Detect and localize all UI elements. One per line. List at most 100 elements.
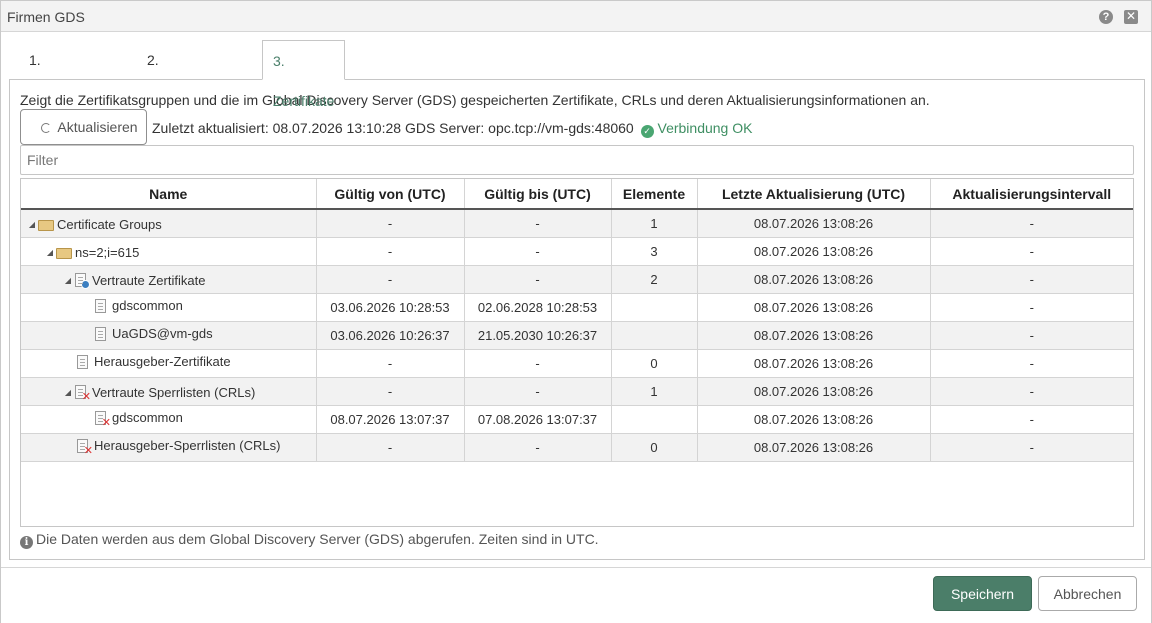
cell-valid-to: 02.06.2028 10:28:53 [464,293,612,322]
cell-interval: - [930,433,1133,462]
save-button[interactable]: Speichern [933,576,1032,611]
info-icon: i [20,536,33,549]
row-name: ns=2;i=615 [75,244,140,260]
cell-valid-to: - [464,209,612,238]
row-name: Certificate Groups [57,216,162,232]
cell-last-update: 08.07.2026 13:08:26 [697,265,931,294]
column-header-name[interactable]: Name [21,179,317,210]
row-name: gdscommon [112,410,183,426]
refresh-label: Aktualisieren [57,119,138,135]
cell-last-update: 08.07.2026 13:08:26 [697,293,931,322]
refresh-button[interactable]: Aktualisieren [20,109,147,145]
cell-valid-to: - [464,377,612,406]
cell-last-update: 08.07.2026 13:08:26 [697,237,931,266]
cell-valid-from: 03.06.2026 10:28:53 [316,293,465,322]
certificates-panel: Zeigt die Zertifikatsgruppen und die im … [9,79,1145,560]
close-icon[interactable]: ✕ [1124,10,1138,24]
certificate-grid: Name Gültig von (UTC) Gültig bis (UTC) E… [20,178,1134,527]
table-row[interactable]: ◢ ✕ Vertraute Sperrlisten (CRLs) - - 1 08.… [21,377,1133,406]
revocation-list-icon: ✕ [75,385,91,403]
cell-last-update: 08.07.2026 13:08:26 [697,209,931,238]
connection-status: Verbindung OK [657,120,753,136]
cell-interval: - [930,209,1133,238]
cell-interval: - [930,293,1133,322]
table-row[interactable]: ◢ Vertraute Zertifikate - - 2 08.07.2026 … [21,265,1133,294]
row-name: Vertraute Zertifikate [92,272,206,288]
cell-last-update: 08.07.2026 13:08:26 [697,349,931,378]
expand-caret-icon[interactable]: ◢ [63,276,73,285]
cell-elements: 0 [611,433,698,462]
cell-last-update: 08.07.2026 13:08:26 [697,433,931,462]
info-note: i Die Daten werden aus dem Global Discove… [20,531,599,549]
cell-elements: 1 [611,209,698,238]
cell-interval: - [930,237,1133,266]
table-row[interactable]: gdscommon 03.06.2026 10:28:53 02.06.2028… [21,293,1133,322]
cell-valid-to: 21.05.2030 10:26:37 [464,321,612,350]
row-name: UaGDS@vm-gds [112,326,213,342]
revocation-list-icon: ✕ [95,410,111,428]
status-line: Zuletzt aktualisiert: 08.07.2026 13:10:2… [152,120,752,138]
table-header-row: Name Gültig von (UTC) Gültig bis (UTC) E… [21,179,1133,210]
cell-elements [611,405,698,434]
certificate-icon [95,326,106,341]
row-name: Vertraute Sperrlisten (CRLs) [92,384,256,400]
table-row[interactable]: ✕ Herausgeber-Sperrlisten (CRLs) - - 0 08… [21,433,1133,462]
window-title: Firmen GDS [7,9,85,25]
certificate-icon [95,298,106,313]
table-row[interactable]: ✕ gdscommon 08.07.2026 13:07:37 07.08.202… [21,405,1133,434]
column-header-valid-from[interactable]: Gültig von (UTC) [316,179,465,210]
table-row[interactable]: ◢ Certificate Groups - - 1 08.07.2026 13:… [21,209,1133,238]
cell-valid-to: 07.08.2026 13:07:37 [464,405,612,434]
title-bar: Firmen GDS ? ✕ [1,1,1151,32]
cell-interval: - [930,349,1133,378]
cell-valid-from: 03.06.2026 10:26:37 [316,321,465,350]
table-row[interactable]: Herausgeber-Zertifikate - - 0 08.07.2026… [21,349,1133,378]
tab-verbindung[interactable]: 1. Verbindung [19,40,110,108]
cell-valid-from: - [316,349,465,378]
row-name: gdscommon [112,298,183,314]
table-row[interactable]: UaGDS@vm-gds 03.06.2026 10:26:37 21.05.2… [21,321,1133,350]
cell-elements [611,293,698,322]
cell-valid-to: - [464,237,612,266]
cell-valid-from: - [316,377,465,406]
cell-last-update: 08.07.2026 13:08:26 [697,321,931,350]
cell-last-update: 08.07.2026 13:08:26 [697,405,931,434]
expand-caret-icon[interactable]: ◢ [27,220,37,229]
cell-elements [611,321,698,350]
column-header-update-interval[interactable]: Aktualisierungsintervall [930,179,1133,210]
cell-interval: - [930,265,1133,294]
certificate-table: Name Gültig von (UTC) Gültig bis (UTC) E… [21,179,1133,462]
expand-caret-icon[interactable]: ◢ [45,248,55,257]
panel-description: Zeigt die Zertifikatsgruppen und die im … [20,92,930,108]
cell-elements: 1 [611,377,698,406]
table-row[interactable]: ◢ ns=2;i=615 - - 3 08.07.2026 13:08:26 - [21,237,1133,266]
gds-dialog: Firmen GDS ? ✕ 1. Verbindung 2. Registri… [0,0,1152,623]
trusted-certificate-icon [75,273,90,289]
column-header-elements[interactable]: Elemente [611,179,698,210]
tab-registrierung[interactable]: 2. Registrierung [137,40,240,108]
cell-valid-from: 08.07.2026 13:07:37 [316,405,465,434]
cell-interval: - [930,321,1133,350]
cell-valid-to: - [464,349,612,378]
dialog-footer: Speichern Abbrechen [1,567,1151,623]
info-text: Die Daten werden aus dem Global Discover… [36,531,599,547]
folder-open-icon [38,219,54,231]
expand-caret-icon[interactable]: ◢ [63,388,73,397]
help-icon[interactable]: ? [1099,10,1113,24]
cell-interval: - [930,377,1133,406]
tab-zertifikate[interactable]: 3. Zertifikate [262,40,346,109]
filter-input[interactable] [20,145,1134,175]
cell-elements: 3 [611,237,698,266]
cell-valid-from: - [316,237,465,266]
cell-elements: 2 [611,265,698,294]
cell-valid-from: - [316,209,465,238]
cell-elements: 0 [611,349,698,378]
check-circle-icon: ✓ [640,125,654,138]
cell-interval: - [930,405,1133,434]
cell-last-update: 08.07.2026 13:08:26 [697,377,931,406]
column-header-last-update[interactable]: Letzte Aktualisierung (UTC) [697,179,931,210]
cancel-button[interactable]: Abbrechen [1038,576,1137,611]
last-updated-text: Zuletzt aktualisiert: 08.07.2026 13:10:2… [152,120,634,136]
column-header-valid-to[interactable]: Gültig bis (UTC) [464,179,612,210]
row-name: Herausgeber-Sperrlisten (CRLs) [94,438,281,454]
